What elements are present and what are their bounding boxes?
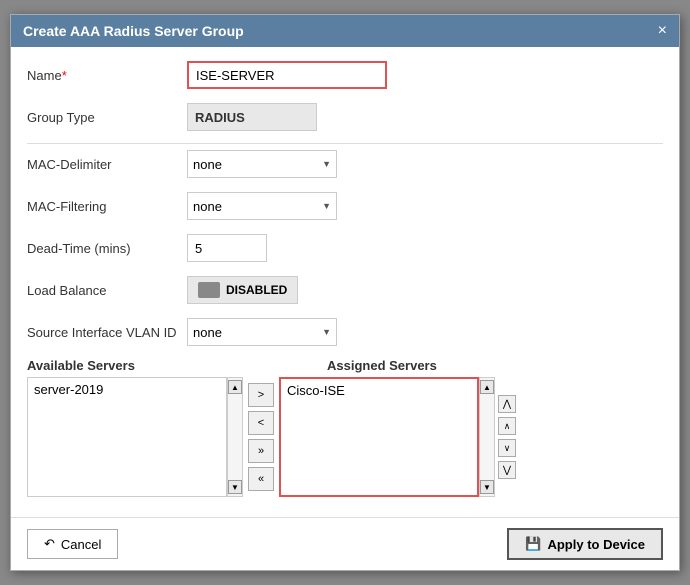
cancel-icon: ↶ xyxy=(44,536,55,552)
assigned-servers-container: Cisco-ISE ▲ ▼ xyxy=(279,377,495,497)
transfer-right-button[interactable]: > xyxy=(248,383,274,407)
dead-time-label: Dead-Time (mins) xyxy=(27,241,187,256)
apply-icon: 💾 xyxy=(525,536,541,552)
apply-to-device-button[interactable]: 💾 Apply to Device xyxy=(507,528,663,560)
move-down-button[interactable]: ∨ xyxy=(498,439,516,457)
cancel-button[interactable]: ↶ Cancel xyxy=(27,529,118,559)
assigned-servers-label: Assigned Servers xyxy=(327,358,437,373)
mac-filtering-row: MAC-Filtering none xyxy=(27,190,663,222)
cancel-label: Cancel xyxy=(61,537,101,552)
load-balance-label: Load Balance xyxy=(27,283,187,298)
source-interface-select[interactable]: none xyxy=(187,318,337,346)
name-row: Name xyxy=(27,59,663,91)
assigned-scroll-up[interactable]: ▲ xyxy=(480,380,494,394)
dead-time-row: Dead-Time (mins) xyxy=(27,232,663,264)
load-balance-value: DISABLED xyxy=(226,283,287,297)
name-label: Name xyxy=(27,68,187,83)
mac-delimiter-row: MAC-Delimiter none xyxy=(27,148,663,180)
assigned-server-item[interactable]: Cisco-ISE xyxy=(281,379,477,402)
close-button[interactable]: × xyxy=(658,23,667,39)
assigned-scroll-down[interactable]: ▼ xyxy=(480,480,494,494)
available-server-item[interactable]: server-2019 xyxy=(28,378,226,401)
available-servers-label: Available Servers xyxy=(27,358,247,373)
transfer-all-right-button[interactable]: » xyxy=(248,439,274,463)
mac-filtering-wrapper: none xyxy=(187,192,337,220)
transfer-left-button[interactable]: < xyxy=(248,411,274,435)
servers-section: server-2019 ▲ ▼ > < » « Cisco-ISE xyxy=(27,377,663,497)
dialog-footer: ↶ Cancel 💾 Apply to Device xyxy=(11,517,679,570)
move-bottom-button[interactable]: ⋁ xyxy=(498,461,516,479)
available-servers-container: server-2019 ▲ ▼ xyxy=(27,377,243,497)
name-input[interactable] xyxy=(187,61,387,89)
source-interface-label: Source Interface VLAN ID xyxy=(27,325,187,340)
available-scroll-down[interactable]: ▼ xyxy=(228,480,242,494)
available-scrollbar: ▲ ▼ xyxy=(227,377,243,497)
mac-delimiter-label: MAC-Delimiter xyxy=(27,157,187,172)
group-type-display: RADIUS xyxy=(187,103,317,131)
order-buttons: ⋀ ∧ ∨ ⋁ xyxy=(497,377,517,497)
assigned-scrollbar: ▲ ▼ xyxy=(479,377,495,497)
transfer-buttons: > < » « xyxy=(243,377,279,497)
mac-filtering-select[interactable]: none xyxy=(187,192,337,220)
toggle-indicator xyxy=(198,282,220,298)
mac-delimiter-select[interactable]: none xyxy=(187,150,337,178)
create-aaa-radius-dialog: Create AAA Radius Server Group × Name Gr… xyxy=(10,14,680,571)
load-balance-toggle[interactable]: DISABLED xyxy=(187,276,298,304)
source-interface-wrapper: none xyxy=(187,318,337,346)
dialog-body: Name Group Type RADIUS MAC-Delimiter non… xyxy=(11,47,679,509)
source-interface-row: Source Interface VLAN ID none xyxy=(27,316,663,348)
group-type-row: Group Type RADIUS xyxy=(27,101,663,133)
transfer-all-left-button[interactable]: « xyxy=(248,467,274,491)
available-servers-list[interactable]: server-2019 xyxy=(27,377,227,497)
move-up-button[interactable]: ∧ xyxy=(498,417,516,435)
mac-delimiter-wrapper: none xyxy=(187,150,337,178)
apply-label: Apply to Device xyxy=(547,537,645,552)
dead-time-input[interactable] xyxy=(187,234,267,262)
load-balance-row: Load Balance DISABLED xyxy=(27,274,663,306)
available-scroll-up[interactable]: ▲ xyxy=(228,380,242,394)
dialog-title: Create AAA Radius Server Group xyxy=(23,23,244,39)
mac-filtering-label: MAC-Filtering xyxy=(27,199,187,214)
servers-label-row: Available Servers Assigned Servers xyxy=(27,358,663,373)
move-top-button[interactable]: ⋀ xyxy=(498,395,516,413)
group-type-label: Group Type xyxy=(27,110,187,125)
assigned-servers-list[interactable]: Cisco-ISE xyxy=(279,377,479,497)
dialog-header: Create AAA Radius Server Group × xyxy=(11,15,679,47)
